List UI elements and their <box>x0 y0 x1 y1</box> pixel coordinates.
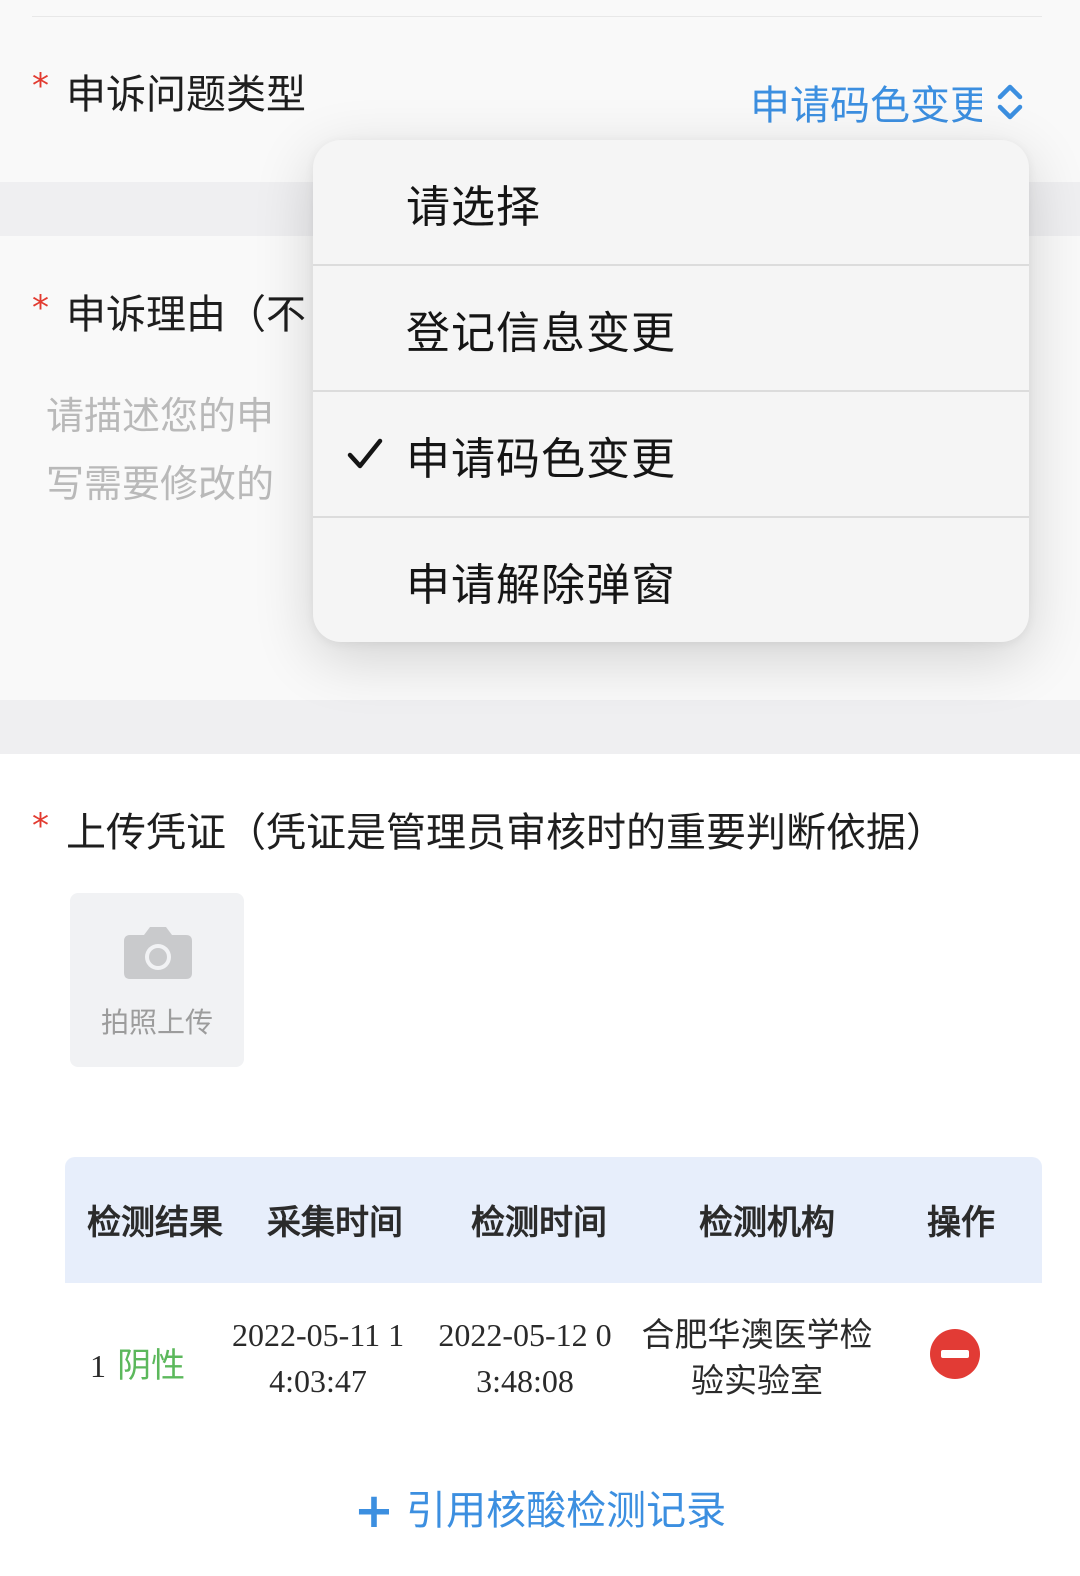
row-index: 1 <box>90 1348 106 1384</box>
org-line2: 验实验室 <box>691 1361 823 1400</box>
header-test-time: 检测时间 <box>471 1203 607 1243</box>
add-nucleic-test-record-button[interactable]: + 引用核酸检测记录 <box>0 1478 1080 1539</box>
dropdown-option-please-select[interactable]: 请选择 <box>313 140 1029 265</box>
reason-label: 申诉理由（不 <box>66 292 306 338</box>
reason-placeholder-line1: 请描述您的申 <box>46 394 275 438</box>
issue-type-dropdown: 请选择 登记信息变更 申请码色变更 申请解除弹窗 <box>313 140 1029 642</box>
option-label: 登记信息变更 <box>406 307 676 359</box>
option-label: 申请解除弹窗 <box>406 559 676 611</box>
minus-icon <box>941 1350 969 1358</box>
camera-icon <box>124 927 192 979</box>
records-table-header: 检测结果 采集时间 检测时间 检测机构 操作 <box>65 1157 1042 1283</box>
required-mark: * <box>32 806 49 846</box>
dropdown-option-remove-popup[interactable]: 申请解除弹窗 <box>313 518 1029 642</box>
plus-icon: + <box>353 1483 395 1539</box>
required-mark: * <box>32 288 49 328</box>
required-mark: * <box>32 66 49 106</box>
test-time-line1: 2022-05-12 0 <box>438 1317 612 1353</box>
header-action: 操作 <box>927 1203 995 1243</box>
photo-upload-label: 拍照上传 <box>100 1006 213 1039</box>
option-label: 请选择 <box>406 181 541 233</box>
dropdown-option-code-color-change[interactable]: 申请码色变更 <box>313 392 1029 517</box>
photo-upload-button[interactable]: 拍照上传 <box>70 893 244 1067</box>
reason-placeholder-line2: 写需要修改的 <box>46 462 275 506</box>
dropdown-option-info-change[interactable]: 登记信息变更 <box>313 266 1029 391</box>
test-time-line2: 3:48:08 <box>476 1363 574 1399</box>
header-org: 检测机构 <box>699 1203 835 1243</box>
org-cell: 合肥华澳医学检 验实验室 <box>632 1312 882 1404</box>
org-line1: 合肥华澳医学检 <box>641 1315 873 1354</box>
chevron-up-down-icon <box>997 84 1023 120</box>
checkmark-icon <box>347 438 383 469</box>
collect-time-line1: 2022-05-11 1 <box>231 1317 405 1353</box>
issue-type-selected-value: 申请码色变更 <box>750 83 982 129</box>
option-label: 申请码色变更 <box>406 433 676 485</box>
collect-time-cell: 2022-05-11 1 4:03:47 <box>222 1312 414 1404</box>
issue-type-select[interactable]: 申请码色变更 <box>750 72 1030 132</box>
header-result: 检测结果 <box>87 1203 223 1243</box>
test-time-cell: 2022-05-12 0 3:48:08 <box>428 1312 622 1404</box>
result-cell: 1 阴性 <box>90 1338 185 1387</box>
add-record-label: 引用核酸检测记录 <box>406 1488 727 1534</box>
result-negative: 阴性 <box>117 1346 186 1386</box>
remove-record-button[interactable] <box>930 1329 980 1379</box>
header-collect-time: 采集时间 <box>267 1203 403 1243</box>
section-gap <box>0 700 1080 754</box>
collect-time-line2: 4:03:47 <box>269 1363 367 1399</box>
issue-type-label: 申诉问题类型 <box>66 72 306 118</box>
upload-label: 上传凭证（凭证是管理员审核时的重要判断依据） <box>66 810 946 856</box>
top-divider <box>32 16 1042 17</box>
reason-textarea[interactable]: 请描述您的申 写需要修改的 <box>46 382 316 522</box>
